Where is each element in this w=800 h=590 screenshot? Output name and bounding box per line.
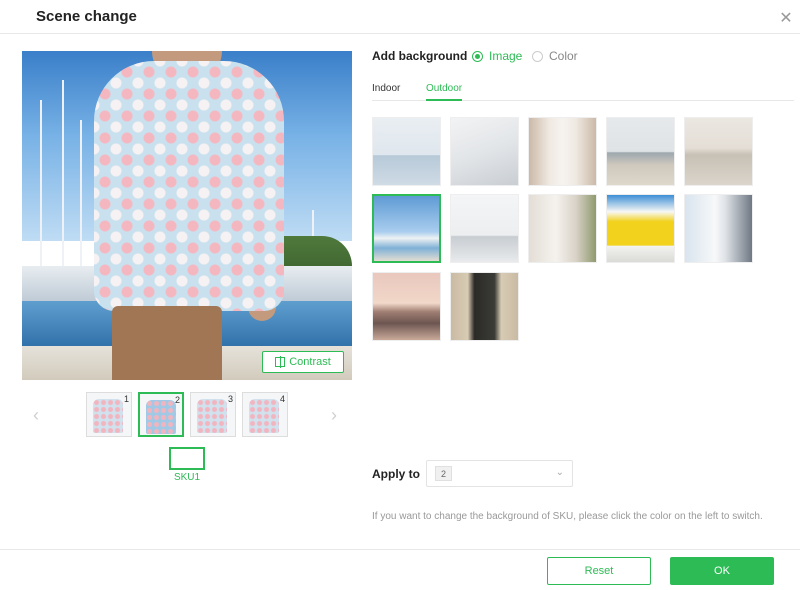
bg-white-stairs[interactable] xyxy=(450,117,519,186)
tab-outdoor[interactable]: Outdoor xyxy=(426,83,462,94)
thumbnail-number: 4 xyxy=(279,394,285,404)
model-pants xyxy=(112,306,222,380)
apply-to-label: Apply to xyxy=(372,467,420,481)
ok-button[interactable]: OK xyxy=(670,557,774,585)
bg-misty-pier[interactable] xyxy=(450,194,519,263)
thumbnail-2[interactable]: 2 xyxy=(138,392,184,437)
radio-label: Image xyxy=(489,49,523,63)
sailboat-mast xyxy=(62,80,64,270)
apply-to-select[interactable]: 2 ⌄ xyxy=(426,460,573,487)
thumbnail-number: 1 xyxy=(123,394,129,404)
bg-yellow-door[interactable] xyxy=(606,194,675,263)
thumbnail-1[interactable]: 1 xyxy=(86,392,132,437)
bg-boardwalk[interactable] xyxy=(684,117,753,186)
contrast-label: Contrast xyxy=(289,356,331,368)
selected-chip: 2 xyxy=(435,466,453,481)
bg-harbor-sailboats[interactable] xyxy=(372,194,441,263)
contrast-button[interactable]: Contrast xyxy=(262,351,344,373)
bg-courtyard-plants[interactable] xyxy=(528,194,597,263)
bg-sunset-sea[interactable] xyxy=(372,272,441,341)
chevron-down-icon: ⌄ xyxy=(555,467,564,478)
sailboat-mast xyxy=(40,100,42,270)
dialog-title: Scene change xyxy=(36,8,137,25)
thumbnail-number: 2 xyxy=(174,395,180,405)
bg-ornate-door[interactable] xyxy=(450,272,519,341)
compare-icon xyxy=(275,356,286,368)
thumbnail-3[interactable]: 3 xyxy=(190,392,236,437)
radio-dot xyxy=(472,50,483,62)
tab-indoor[interactable]: Indoor xyxy=(372,83,400,94)
bg-pier-sea[interactable] xyxy=(372,117,441,186)
polka-dot-shirt xyxy=(94,61,284,311)
reset-button[interactable]: Reset xyxy=(547,557,651,585)
thumbnail-4[interactable]: 4 xyxy=(242,392,288,437)
hint-text: If you want to change the background of … xyxy=(372,511,763,522)
footer-divider xyxy=(0,549,800,550)
thumbnail-image xyxy=(93,399,123,433)
thumbnail-image xyxy=(249,399,279,433)
chevron-right-icon[interactable]: › xyxy=(331,405,337,426)
scene-change-dialog: Scene change ✕ Contrast ‹ 1 2 3 4 › SKU1… xyxy=(0,0,800,590)
close-icon[interactable]: ✕ xyxy=(778,11,794,27)
thumbnail-number: 3 xyxy=(227,394,233,404)
thumbnail-image xyxy=(146,400,176,434)
radio-dot xyxy=(532,50,543,62)
bg-white-door[interactable] xyxy=(684,194,753,263)
radio-image[interactable]: Image xyxy=(472,49,522,63)
bg-beach[interactable] xyxy=(606,117,675,186)
radio-label: Color xyxy=(549,49,578,63)
preview-image xyxy=(22,51,352,380)
sku-label: SKU1 xyxy=(173,472,201,483)
chevron-left-icon[interactable]: ‹ xyxy=(33,405,39,426)
bg-arched-doorway[interactable] xyxy=(528,117,597,186)
header-divider xyxy=(0,33,800,34)
sku-color-swatch[interactable] xyxy=(169,447,205,470)
add-background-label: Add background xyxy=(372,49,468,63)
active-tab-indicator xyxy=(426,99,462,101)
sailboat-mast xyxy=(80,120,82,270)
radio-color[interactable]: Color xyxy=(532,49,578,63)
thumbnail-image xyxy=(197,399,227,433)
